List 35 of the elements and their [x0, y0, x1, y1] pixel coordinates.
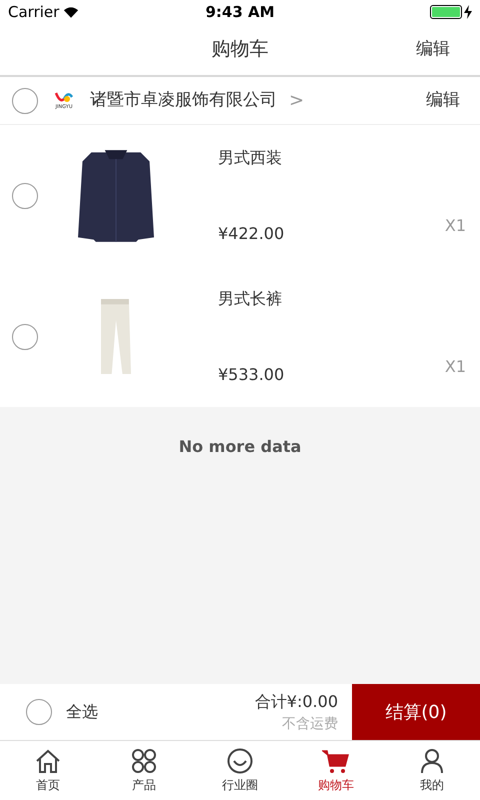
- tab-bar-item[interactable]: 首页: [0, 741, 96, 800]
- battery-icon: [430, 5, 462, 19]
- chevron-icon: >: [289, 87, 304, 114]
- tab-bar-item[interactable]: 产品: [96, 741, 192, 800]
- tab-bar-item[interactable]: 购物车: [288, 741, 384, 800]
- quantity-label: X1: [444, 215, 466, 237]
- shop-name[interactable]: 诸暨市卓凌服饰有限公司: [90, 88, 277, 114]
- home-icon: [34, 748, 62, 774]
- page-title: 购物车: [212, 37, 268, 62]
- radio-button[interactable]: [12, 324, 38, 350]
- quantity-label: X1: [444, 356, 466, 378]
- product-price: ¥422.00: [218, 222, 286, 244]
- carrier-label: Carrier: [8, 2, 60, 23]
- checkout-button[interactable]: 结算(0): [352, 684, 480, 740]
- edit-button[interactable]: 编辑: [416, 36, 450, 62]
- charging-icon: [464, 5, 472, 19]
- product-name: 男式西装: [218, 146, 283, 168]
- grid-icon: [130, 748, 158, 774]
- product-name: 男式长裤: [218, 288, 283, 310]
- tab-bar-item[interactable]: 行业圈: [192, 741, 288, 800]
- no-more-data-label: No more data: [178, 436, 302, 455]
- cart-icon: [322, 748, 350, 774]
- wifi-icon: [63, 6, 80, 18]
- shipping-note: 不含运费: [282, 714, 338, 734]
- total-price: 合计¥:0.00: [254, 690, 338, 712]
- radio-button[interactable]: [12, 88, 38, 114]
- smile-icon: [226, 748, 254, 774]
- tab-bar-item[interactable]: 我的: [384, 741, 480, 800]
- user-icon: [418, 748, 446, 774]
- shop-edit-button[interactable]: 编辑: [426, 88, 460, 114]
- product-price: ¥533.00: [218, 364, 286, 386]
- radio-button[interactable]: [26, 699, 52, 725]
- select-all-label: 全选: [66, 701, 98, 723]
- clock-time: 9:43 AM: [205, 2, 275, 23]
- radio-button[interactable]: [12, 182, 38, 208]
